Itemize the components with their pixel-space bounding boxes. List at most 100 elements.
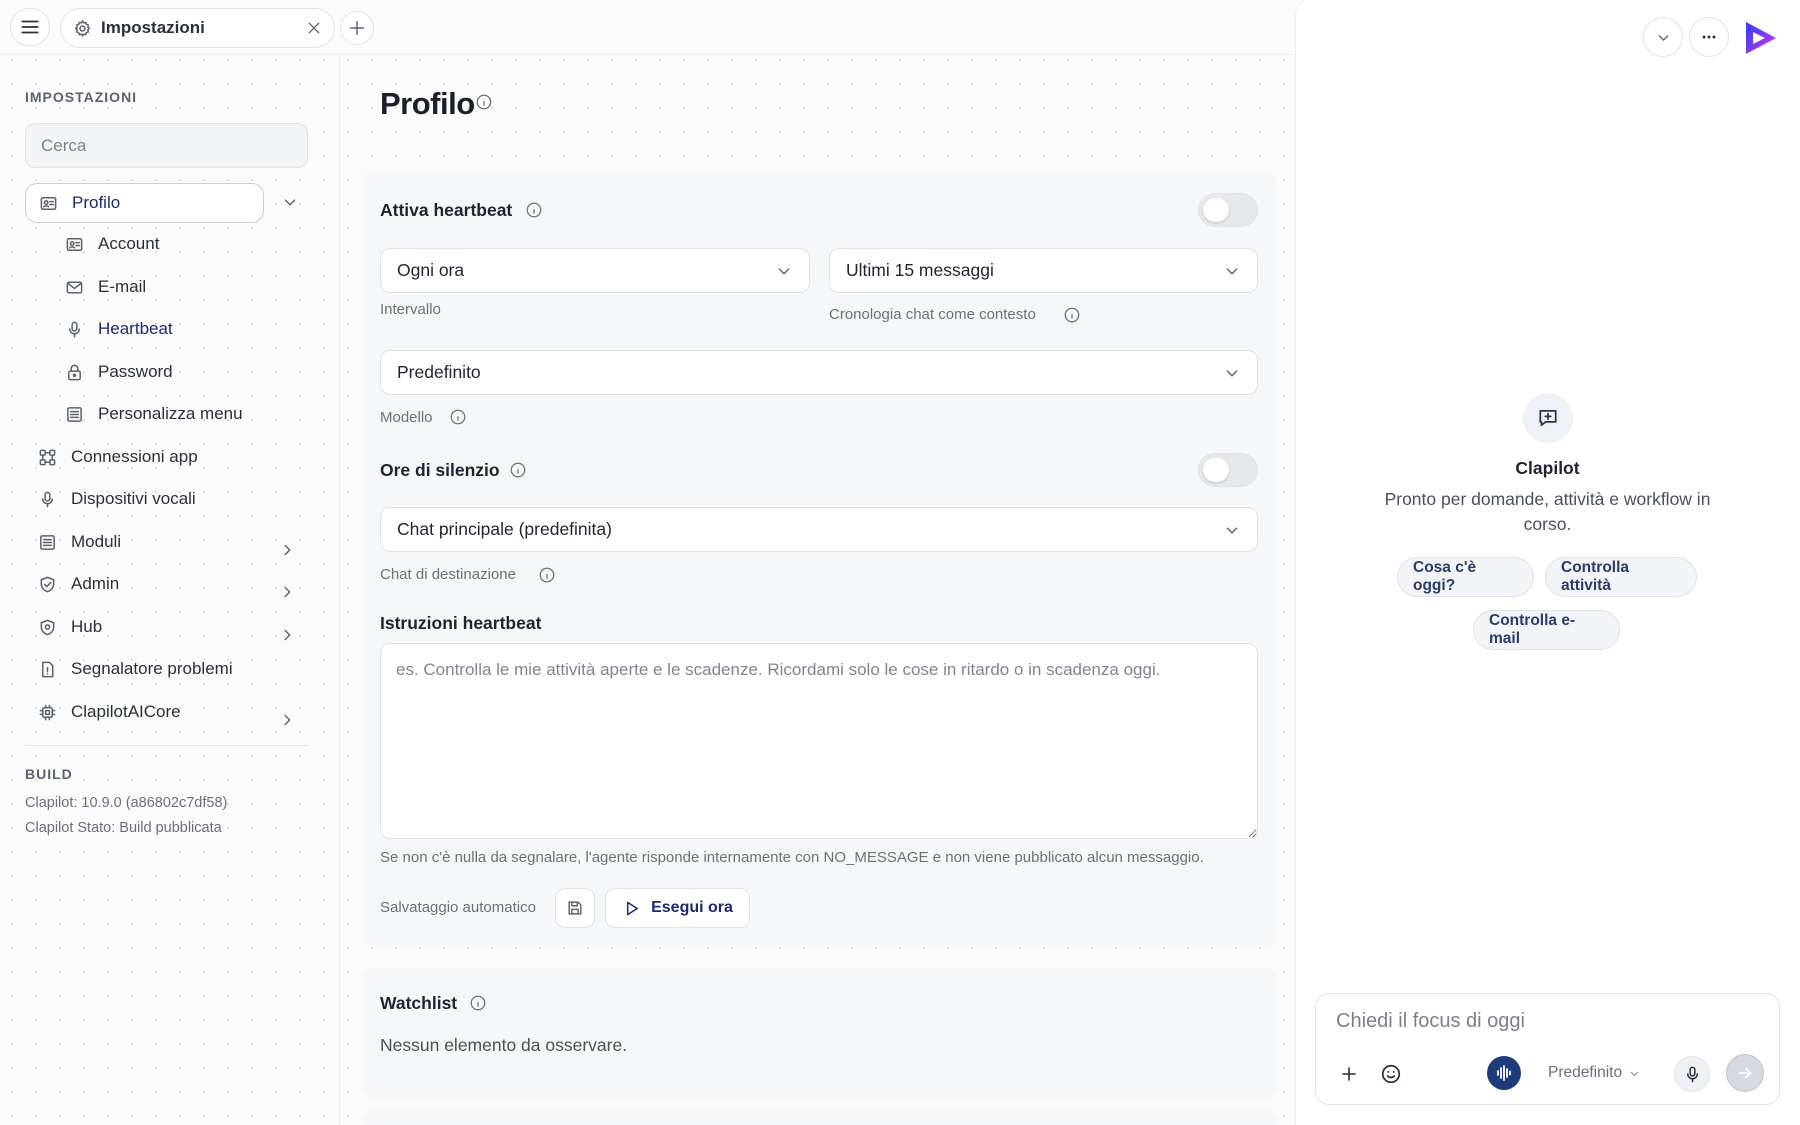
- quiet-hours-toggle[interactable]: [1198, 453, 1258, 487]
- info-icon[interactable]: [509, 461, 527, 479]
- voice-mode-button[interactable]: [1487, 1056, 1521, 1090]
- run-now-label: Esegui ora: [651, 899, 733, 916]
- instructions-textarea[interactable]: [380, 643, 1258, 839]
- chevron-right-icon[interactable]: [278, 583, 296, 601]
- suggestion-chip[interactable]: Controlla e-mail: [1473, 610, 1620, 650]
- sidebar-item-connessioni-app[interactable]: Connessioni app: [38, 447, 198, 467]
- info-icon[interactable]: [449, 408, 467, 426]
- model-label: Modello: [380, 409, 433, 426]
- run-now-button[interactable]: Esegui ora: [605, 888, 750, 928]
- sidebar-item-label: Connessioni app: [71, 447, 198, 466]
- chat-input[interactable]: [1336, 1010, 1756, 1033]
- chevron-right-icon[interactable]: [278, 711, 296, 729]
- watchlist-label: Watchlist: [380, 993, 458, 1013]
- info-icon[interactable]: [525, 201, 543, 219]
- chevron-down-icon[interactable]: [281, 193, 299, 211]
- send-button[interactable]: [1726, 1054, 1764, 1092]
- sidebar-item-email[interactable]: E-mail: [65, 277, 146, 297]
- microphone-button[interactable]: [1674, 1056, 1710, 1092]
- chevron-down-icon: [1658, 34, 1668, 41]
- sidebar-item-personalizza-menu[interactable]: Personalizza menu: [65, 404, 243, 424]
- shield-check-icon: [40, 576, 55, 592]
- plus-icon[interactable]: [1339, 1064, 1359, 1084]
- chevron-right-icon[interactable]: [278, 626, 296, 644]
- sidebar-item-segnalatore-problemi[interactable]: Segnalatore problemi: [38, 659, 233, 679]
- sidebar-item-label: Heartbeat: [98, 319, 173, 338]
- info-icon[interactable]: [538, 566, 556, 584]
- build-status: Clapilot Stato: Build pubblicata: [25, 820, 222, 836]
- suggestion-chip[interactable]: Controlla attività: [1545, 557, 1697, 597]
- list-icon: [67, 406, 82, 422]
- destination-select[interactable]: Chat principale (predefinita): [380, 507, 1258, 552]
- sidebar-item-dispositivi-vocali[interactable]: Dispositivi vocali: [38, 489, 196, 509]
- collapse-panel-button[interactable]: [1643, 17, 1683, 57]
- suggestion-chip[interactable]: Cosa c'è oggi?: [1397, 557, 1534, 597]
- assistant-name: Clapilot: [1515, 458, 1580, 478]
- sidebar-item-profilo[interactable]: Profilo: [25, 183, 264, 223]
- chat-composer: [1315, 993, 1780, 1105]
- waveform-icon: [1497, 1065, 1511, 1081]
- page-title: Profilo: [380, 86, 475, 121]
- sidebar-item-label: E-mail: [98, 277, 147, 296]
- emoji-icon[interactable]: [1380, 1063, 1402, 1085]
- tab-title: Impostazioni: [101, 18, 205, 37]
- sidebar-item-account[interactable]: Account: [65, 234, 159, 254]
- history-label: Cronologia chat come contesto: [829, 306, 1036, 323]
- hamburger-icon: [21, 20, 39, 34]
- chevron-down-icon: [1630, 1071, 1639, 1076]
- plus-icon: [349, 20, 365, 36]
- history-select[interactable]: Ultimi 15 messaggi: [829, 248, 1258, 293]
- sidebar-item-label: Segnalatore problemi: [71, 659, 233, 678]
- sidebar-item-hub[interactable]: Hub: [38, 617, 102, 637]
- more-icon: [1702, 35, 1716, 39]
- info-icon[interactable]: [1063, 306, 1081, 324]
- id-card-icon: [40, 196, 57, 210]
- new-tab-button[interactable]: [340, 11, 374, 45]
- settings-sidebar: IMPOSTAZIONI Profilo Account E-mail Hear…: [0, 55, 340, 1125]
- history-value: Ultimi 15 messaggi: [846, 260, 994, 280]
- sidebar-item-label: Dispositivi vocali: [71, 489, 196, 508]
- menu-button[interactable]: [10, 8, 50, 46]
- watchlist-empty: Nessun elemento da osservare.: [380, 1035, 628, 1055]
- gear-icon: [74, 19, 91, 37]
- autosave-label: Salvataggio automatico: [380, 899, 536, 916]
- sidebar-item-label: Profilo: [72, 193, 121, 212]
- lock-icon: [68, 364, 81, 380]
- id-card-icon: [66, 237, 83, 251]
- interval-select[interactable]: Ogni ora: [380, 248, 810, 293]
- more-options-button[interactable]: [1689, 17, 1729, 57]
- sidebar-item-moduli[interactable]: Moduli: [38, 532, 121, 552]
- tab-impostazioni[interactable]: Impostazioni: [60, 8, 335, 48]
- destination-label: Chat di destinazione: [380, 566, 516, 583]
- mic-icon: [68, 321, 81, 337]
- model-select[interactable]: Predefinito: [380, 350, 1258, 395]
- no-message-note: Se non c'è nulla da segnalare, l'agente …: [380, 849, 1204, 866]
- chevron-down-icon: [778, 267, 790, 274]
- chevron-right-icon[interactable]: [278, 541, 296, 559]
- watchlist-card: [361, 968, 1277, 1098]
- sidebar-item-label: Admin: [71, 574, 120, 593]
- arrow-right-icon: [1738, 1067, 1752, 1079]
- quiet-hours-label: Ore di silenzio: [380, 460, 500, 480]
- sidebar-item-password[interactable]: Password: [65, 362, 173, 382]
- assistant-panel: [1295, 0, 1800, 1125]
- info-icon[interactable]: [469, 994, 487, 1012]
- sidebar-item-heartbeat[interactable]: Heartbeat: [65, 319, 173, 339]
- sidebar-search-input[interactable]: [25, 123, 308, 168]
- sidebar-item-label: Password: [98, 362, 173, 381]
- sidebar-item-clapilotaicore[interactable]: ClapilotAICore: [38, 702, 181, 722]
- sidebar-heading: IMPOSTAZIONI: [25, 89, 138, 105]
- nodes-icon: [39, 449, 56, 465]
- sidebar-item-admin[interactable]: Admin: [38, 574, 119, 594]
- sidebar-item-label: Moduli: [71, 532, 122, 551]
- sidebar-divider: [25, 745, 308, 746]
- save-button[interactable]: [555, 888, 595, 928]
- close-icon[interactable]: [306, 20, 322, 36]
- heartbeat-toggle[interactable]: [1198, 193, 1258, 227]
- toggle-knob: [1203, 198, 1229, 222]
- chevron-down-icon: [1226, 369, 1238, 376]
- instructions-label: Istruzioni heartbeat: [380, 613, 542, 633]
- mic-icon: [41, 491, 54, 507]
- info-icon[interactable]: [475, 93, 493, 111]
- model-selector[interactable]: Predefinito: [1548, 1064, 1641, 1082]
